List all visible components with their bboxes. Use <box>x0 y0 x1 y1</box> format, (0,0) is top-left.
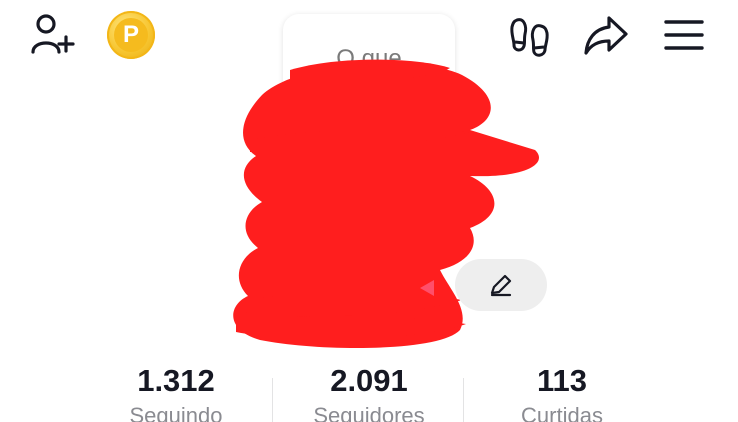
following-count: 1.312 <box>137 363 215 398</box>
likes-stat[interactable]: 113 Curtidas <box>482 362 642 422</box>
following-stat[interactable]: 1.312 Seguindo <box>96 362 256 422</box>
person-plus-icon <box>31 14 75 54</box>
followers-count: 2.091 <box>330 363 408 398</box>
share-arrow-icon <box>584 16 628 55</box>
coin-button[interactable]: P <box>107 11 155 59</box>
following-label: Seguindo <box>129 403 223 422</box>
story-prompt-card[interactable]: O que <box>283 14 455 104</box>
coin-label: P <box>122 21 139 48</box>
edit-profile-button[interactable] <box>455 259 547 311</box>
footprints-icon <box>510 18 549 57</box>
profile-screen: P O que 1.312 Seguindo 2.091 Seguidores … <box>0 0 738 422</box>
add-friend-button[interactable] <box>28 12 78 58</box>
likes-count: 113 <box>536 363 587 398</box>
stat-divider <box>463 378 464 422</box>
profile-stats: 1.312 Seguindo 2.091 Seguidores 113 Curt… <box>0 362 738 422</box>
story-prompt-text: O que <box>336 45 402 72</box>
pencil-icon <box>490 274 512 297</box>
followers-stat[interactable]: 2.091 Seguidores <box>289 362 449 422</box>
coin-icon: P <box>114 18 148 52</box>
hamburger-menu-icon <box>664 20 704 50</box>
share-button[interactable] <box>582 12 630 58</box>
followers-label: Seguidores <box>313 403 425 422</box>
profile-views-button[interactable] <box>508 12 552 58</box>
stat-divider <box>272 378 273 422</box>
menu-button[interactable] <box>662 14 706 56</box>
likes-label: Curtidas <box>521 403 603 422</box>
